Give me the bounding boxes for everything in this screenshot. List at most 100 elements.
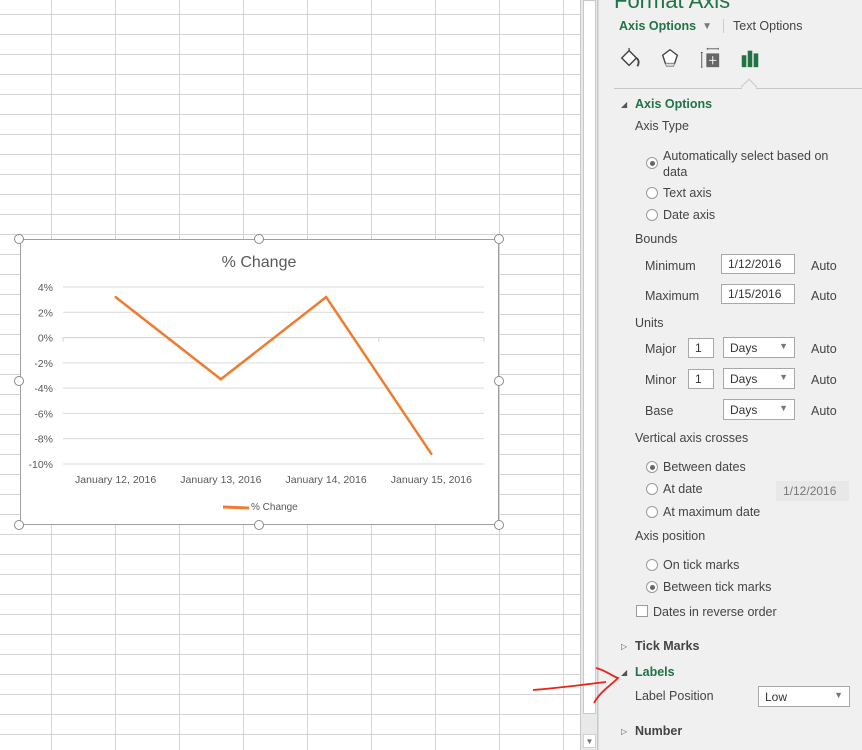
series-line-percent-change[interactable] [114,295,433,455]
section-number[interactable]: Number [635,724,682,738]
at-date-input[interactable]: 1/12/2016 [776,481,849,501]
resize-handle-right[interactable] [494,376,504,386]
radio-between-tick-marks[interactable] [646,581,658,593]
scroll-down-button[interactable]: ▼ [583,734,596,748]
dropdown-arrow-icon: ▼ [834,690,843,700]
maximum-auto: Auto [811,289,837,303]
dates-reverse-label[interactable]: Dates in reverse order [653,605,777,619]
radio-on-tick-marks-label[interactable]: On tick marks [663,558,739,572]
dropdown-arrow-icon: ▼ [779,341,788,351]
resize-handle-top[interactable] [254,234,264,244]
expanded-triangle-icon[interactable]: ◢ [621,668,627,677]
fill-line-icon[interactable] [619,46,641,70]
data-point[interactable] [430,452,433,456]
pane-tabs: Axis Options ▼ Text Options [619,19,802,33]
minor-unit-value: Days [730,372,758,386]
radio-between-dates-label[interactable]: Between dates [663,460,746,474]
y-tick-label: 4% [38,282,53,294]
base-label: Base [645,404,674,418]
radio-between-tick-marks-label[interactable]: Between tick marks [663,580,771,594]
radio-auto-select-label-2[interactable]: data [663,165,687,179]
resize-handle-bottom[interactable] [254,520,264,530]
y-tick-label: -6% [34,408,53,420]
x-tick-label: January 12, 2016 [75,474,156,486]
effects-icon[interactable] [659,46,681,70]
resize-handle-top-left[interactable] [14,234,24,244]
major-unit-value: Days [730,341,758,355]
major-auto: Auto [811,342,837,356]
vertical-axis-crosses-label: Vertical axis crosses [635,431,749,445]
label-position-label: Label Position [635,689,714,703]
collapsed-triangle-icon[interactable]: ▷ [621,642,627,651]
format-axis-pane: Format Axis Axis Options ▼ Text Options [598,0,862,750]
legend-swatch [222,505,250,510]
scrollbar-thumb[interactable] [583,0,596,714]
pane-title: Format Axis [614,0,731,13]
legend[interactable]: % Change [222,502,298,513]
axis-position-label: Axis position [635,529,706,543]
legend-label: % Change [251,502,298,513]
minor-input[interactable]: 1 [688,369,714,389]
resize-handle-bottom-left[interactable] [14,520,24,530]
size-properties-icon[interactable] [699,46,721,70]
dropdown-arrow-icon: ▼ [779,403,788,413]
y-axis-labels: 4% 2% 0% -2% -4% -6% -8% -10% [28,282,53,471]
label-position-value: Low [765,690,788,704]
chevron-down-icon[interactable]: ▼ [702,21,712,32]
radio-date-axis[interactable] [646,209,658,221]
tab-text-options[interactable]: Text Options [733,19,802,33]
maximum-input[interactable]: 1/15/2016 [721,284,795,304]
radio-at-date-label[interactable]: At date [663,482,703,496]
dates-reverse-checkbox[interactable] [636,605,648,617]
y-tick-label: 0% [38,333,53,345]
series-line [114,295,433,456]
vertical-scrollbar[interactable]: ▼ [580,0,598,750]
section-tick-marks[interactable]: Tick Marks [635,639,699,653]
radio-at-maximum-date-label[interactable]: At maximum date [663,505,760,519]
collapsed-triangle-icon[interactable]: ▷ [621,727,627,736]
minimum-auto: Auto [811,259,837,273]
y-tick-label: -10% [28,459,53,471]
y-tick-label: -8% [34,434,53,446]
icons-divider [614,88,862,89]
radio-between-dates[interactable] [646,461,658,473]
chart-canvas: % Change 4% 2% 0% -2% -4% -6% -8% -10% January … [28,254,485,513]
radio-text-axis[interactable] [646,187,658,199]
dropdown-arrow-icon: ▼ [779,372,788,382]
x-tick-label: January 15, 2016 [391,474,472,486]
y-tick-label: -2% [34,358,53,370]
radio-text-axis-label[interactable]: Text axis [663,186,712,200]
pane-category-icons [619,46,761,70]
resize-handle-top-right[interactable] [494,234,504,244]
x-axis-labels: January 12, 2016 January 13, 2016 January … [75,474,472,486]
resize-handle-left[interactable] [14,376,24,386]
chart-object[interactable]: % Change 4% 2% 0% -2% -4% -6% -8% -10% January … [20,239,499,525]
chart-title[interactable]: % Change [222,254,297,271]
resize-handle-bottom-right[interactable] [494,520,504,530]
base-unit-select[interactable]: Days ▼ [723,399,795,420]
axis-options-icon[interactable] [739,46,761,70]
axis-type-label: Axis Type [635,119,689,133]
tab-axis-options[interactable]: Axis Options [619,19,696,33]
minimum-input[interactable]: 1/12/2016 [721,254,795,274]
data-point[interactable] [219,378,223,381]
bounds-label: Bounds [635,232,678,246]
section-axis-options[interactable]: Axis Options [635,97,712,111]
radio-at-maximum-date[interactable] [646,506,658,518]
minimum-label: Minimum [645,259,696,273]
y-tick-label: 2% [38,307,53,319]
section-labels[interactable]: Labels [635,665,675,679]
radio-auto-select-label[interactable]: Automatically select based on [663,149,828,163]
data-point[interactable] [324,295,328,299]
major-input[interactable]: 1 [688,338,714,358]
radio-at-date[interactable] [646,483,658,495]
minor-unit-select[interactable]: Days ▼ [723,368,795,389]
radio-auto-select[interactable] [646,157,658,169]
label-position-select[interactable]: Low ▼ [758,686,850,707]
radio-on-tick-marks[interactable] [646,559,658,571]
base-unit-value: Days [730,403,758,417]
expanded-triangle-icon[interactable]: ◢ [621,100,627,109]
radio-date-axis-label[interactable]: Date axis [663,208,715,222]
major-unit-select[interactable]: Days ▼ [723,337,795,358]
data-point[interactable] [114,295,117,299]
